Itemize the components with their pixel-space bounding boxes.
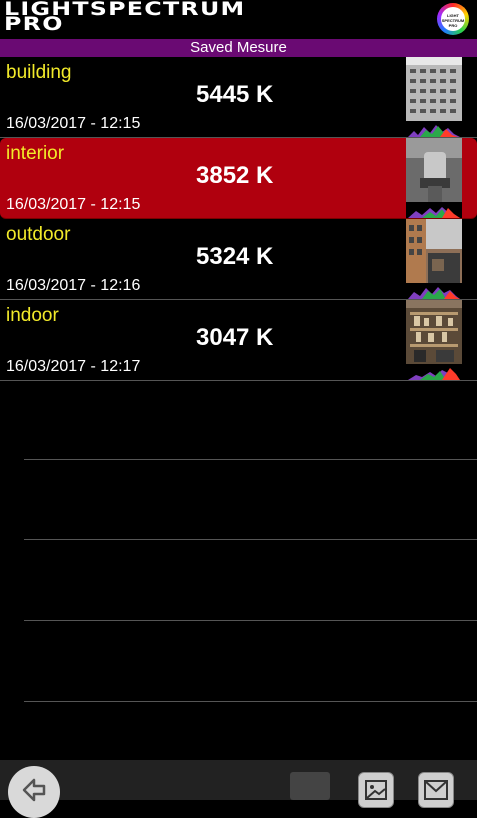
measure-thumbnail[interactable] [406,300,462,380]
spectrum-graph [406,202,462,218]
spectrum-graph [406,364,462,380]
list-divider [24,701,477,702]
measure-temperature: 3852 K [196,162,274,189]
back-icon [22,778,46,802]
back-button[interactable] [8,766,60,818]
list-item[interactable]: building 5445 K 16/03/2017 - 12:15 [0,57,477,138]
building-photo [406,57,462,123]
measure-thumbnail[interactable] [406,57,462,137]
list-item[interactable]: indoor 3047 K 16/03/2017 - 12:17 [0,300,477,381]
measure-temperature: 5324 K [196,243,274,270]
bottom-toolbar [0,760,477,818]
spectrum-graph [406,283,462,299]
list-item-selected[interactable]: interior 3852 K 16/03/2017 - 12:15 [0,138,477,219]
measure-thumbnail[interactable] [406,219,462,299]
measure-list: building 5445 K 16/03/2017 - 12:15 inter… [0,57,477,381]
spectrum-graph [406,121,462,137]
measure-name: interior [6,143,65,164]
measure-temperature: 3047 K [196,324,274,351]
app-logo[interactable]: LIGHT SPECTRUM PRO [437,3,469,35]
email-button[interactable] [418,772,454,808]
measure-name: building [6,62,72,83]
page-title: Saved Mesure [0,39,477,57]
measure-temperature: 5445 K [196,81,274,108]
measure-date: 16/03/2017 - 12:15 [6,115,141,132]
interior-photo [406,138,462,204]
list-item[interactable]: outdoor 5324 K 16/03/2017 - 12:16 [0,219,477,300]
measure-date: 16/03/2017 - 12:15 [6,196,141,213]
measure-date: 16/03/2017 - 12:17 [6,358,141,375]
measure-name: outdoor [6,224,71,245]
mail-icon [424,780,448,800]
list-divider [24,539,477,540]
measure-name: indoor [6,305,59,326]
folder-icon [290,772,330,800]
app-header: LIGHTSPECTRUM PRO LIGHT SPECTRUM PRO [0,0,477,39]
list-divider [24,620,477,621]
indoor-photo [406,300,462,366]
list-divider [24,459,477,460]
image-button[interactable] [358,772,394,808]
image-icon [365,780,387,800]
outdoor-photo [406,219,462,285]
app-title: LIGHTSPECTRUM PRO [4,0,245,34]
measure-thumbnail[interactable] [406,138,462,218]
measure-date: 16/03/2017 - 12:16 [6,277,141,294]
app-logo-text: LIGHT SPECTRUM PRO [441,7,465,31]
